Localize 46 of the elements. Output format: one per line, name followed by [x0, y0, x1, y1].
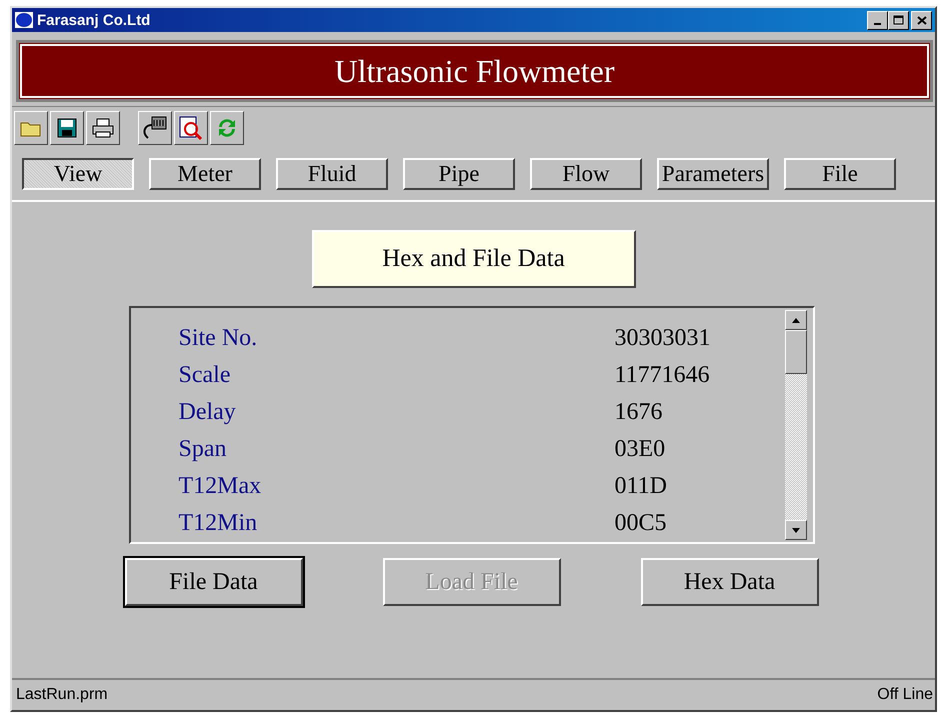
parameter-value: 00C5: [614, 510, 667, 537]
toolbar-button[interactable]: [174, 111, 208, 145]
parameter-name: Scale: [178, 362, 232, 389]
tab[interactable]: Flow: [530, 158, 642, 190]
close-icon: [916, 16, 926, 24]
tab[interactable]: Meter: [149, 158, 261, 190]
parameter-name: T12Max: [178, 473, 262, 500]
window-title: Farasanj Co.Ltd: [37, 12, 152, 28]
scroll-down-icon: [792, 528, 800, 532]
parameter-name: T12Min: [178, 510, 258, 537]
parameter-name: Span: [178, 436, 228, 463]
printer-icon: [92, 118, 114, 138]
toolbar-button[interactable]: [14, 111, 48, 145]
tab[interactable]: Pipe: [403, 158, 515, 190]
tab[interactable]: Parameters: [657, 158, 769, 190]
tab[interactable]: File: [784, 158, 896, 190]
parameter-value: 1676: [614, 399, 662, 426]
parameter-name: Delay: [178, 399, 237, 426]
action-button[interactable]: Hex Data: [640, 558, 818, 606]
maximize-button[interactable]: [888, 10, 909, 30]
scroll-thumb[interactable]: [784, 330, 806, 374]
close-button[interactable]: [911, 10, 932, 30]
toolbar-button[interactable]: [50, 111, 84, 145]
tab[interactable]: Fluid: [276, 158, 388, 190]
connection-status: Off Line: [877, 686, 933, 704]
status-file: LastRun.prm: [16, 686, 108, 704]
toolbar-button[interactable]: [86, 111, 120, 145]
action-button[interactable]: File Data: [124, 558, 302, 606]
minimize-icon: [874, 22, 881, 24]
scroll-up-icon: [792, 318, 800, 322]
toolbar-button[interactable]: [138, 111, 172, 145]
parameter-name: Site No.: [178, 325, 258, 352]
parameter-value: 011D: [614, 473, 667, 500]
maximize-icon: [893, 15, 904, 25]
banner-title: Ultrasonic Flowmeter: [334, 52, 614, 90]
scrollbar[interactable]: [784, 310, 806, 540]
plug-icon: [141, 115, 169, 141]
parameter-value: 03E0: [614, 436, 666, 463]
panel-title: Hex and File Data: [312, 230, 636, 288]
toolbar-button[interactable]: [210, 111, 244, 145]
search-icon: [178, 115, 204, 141]
minimize-button[interactable]: [867, 10, 888, 30]
parameter-value: 11771646: [614, 362, 710, 389]
app-logo-icon: [15, 12, 33, 28]
tab[interactable]: View: [22, 158, 134, 190]
parameter-value: 30303031: [614, 325, 710, 352]
